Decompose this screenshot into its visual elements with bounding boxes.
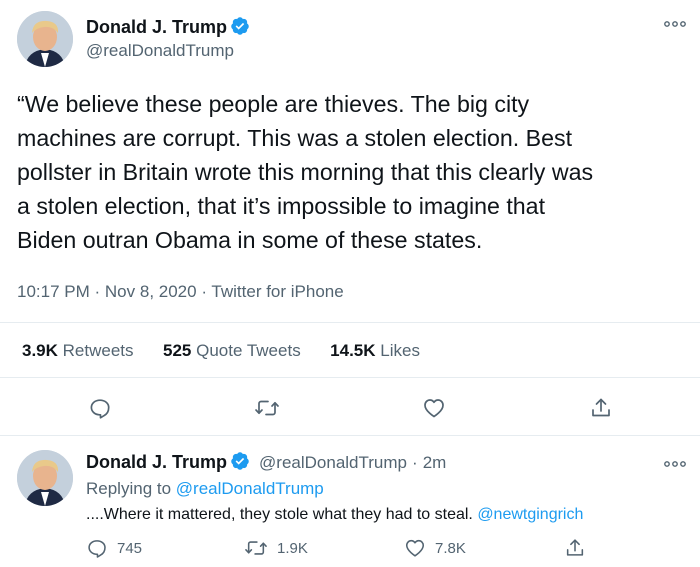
tweet-text-line: pollster in Britain wrote this morning t…: [17, 159, 594, 185]
author-name-row[interactable]: Donald J. Trump: [86, 16, 250, 41]
author-handle[interactable]: @realDonaldTrump: [86, 41, 234, 61]
share-button[interactable]: [564, 537, 586, 559]
tweet-text-line: a stolen election, that it’s impossible …: [17, 193, 546, 219]
avatar[interactable]: [17, 450, 73, 506]
tweet-text-line: “We believe these people are thieves. Th…: [17, 91, 530, 117]
profile-photo: [17, 450, 73, 506]
retweet-count: 1.9K: [277, 539, 308, 557]
more-dots-icon[interactable]: [664, 16, 686, 32]
verified-badge-icon: [230, 451, 250, 476]
more-dots-icon[interactable]: [664, 456, 686, 472]
tweet-text-line: Biden outran Obama in some of these stat…: [17, 227, 483, 253]
like-count-button[interactable]: 7.8K: [404, 537, 466, 559]
reply-icon: [88, 540, 106, 558]
tweet-stats: 3.9K Retweets 525 Quote Tweets 14.5K Lik…: [22, 341, 420, 361]
meta-separator: ·: [201, 282, 207, 301]
retweet-icon: [255, 400, 279, 416]
reply-icon: [90, 399, 110, 419]
retweet-button[interactable]: [252, 393, 282, 423]
replying-to-label: Replying to: [86, 479, 172, 498]
verified-badge-icon: [230, 16, 250, 41]
meta-separator: ·: [412, 453, 418, 472]
tweet-source[interactable]: Twitter for iPhone: [211, 282, 343, 301]
divider: [0, 322, 700, 323]
divider: [0, 377, 700, 378]
reply-count-button[interactable]: 745: [86, 537, 142, 559]
mention-link[interactable]: @newtgingrich: [477, 506, 583, 523]
author-name[interactable]: Donald J. Trump: [86, 452, 227, 472]
profile-photo: [17, 11, 73, 67]
replying-to-handle-link[interactable]: @realDonaldTrump: [176, 479, 324, 498]
share-button[interactable]: [586, 393, 616, 423]
like-button[interactable]: [419, 393, 449, 423]
reply-button[interactable]: [85, 393, 115, 423]
share-icon: [566, 539, 584, 556]
quote-tweets-stat[interactable]: 525 Quote Tweets: [163, 341, 301, 360]
heart-icon: [424, 399, 444, 418]
tweet-age[interactable]: 2m: [423, 453, 447, 472]
tweet-text: “We believe these people are thieves. Th…: [17, 87, 693, 257]
reply-text: ....Where it mattered, they stole what t…: [86, 506, 583, 524]
author-name[interactable]: Donald J. Trump: [86, 17, 227, 37]
share-icon: [592, 398, 610, 417]
avatar[interactable]: [17, 11, 73, 67]
tweet-timestamp[interactable]: 10:17 PM · Nov 8, 2020: [17, 282, 197, 301]
reply-text-body: ....Where it mattered, they stole what t…: [86, 506, 473, 523]
like-count: 7.8K: [435, 539, 466, 557]
tweet-meta: 10:17 PM · Nov 8, 2020 · Twitter for iPh…: [17, 282, 344, 302]
retweet-count-button[interactable]: 1.9K: [244, 537, 308, 559]
divider: [0, 435, 700, 436]
retweet-icon: [245, 541, 267, 555]
tweet-text-line: machines are corrupt. This was a stolen …: [17, 125, 573, 151]
reply-count: 745: [117, 539, 143, 557]
replying-to: Replying to @realDonaldTrump: [86, 479, 324, 499]
likes-stat[interactable]: 14.5K Likes: [330, 341, 420, 360]
retweets-stat[interactable]: 3.9K Retweets: [22, 341, 134, 360]
author-handle[interactable]: @realDonaldTrump: [259, 453, 407, 472]
heart-icon: [405, 539, 425, 557]
reply-header: Donald J. Trump @realDonaldTrump · 2m: [86, 451, 446, 476]
